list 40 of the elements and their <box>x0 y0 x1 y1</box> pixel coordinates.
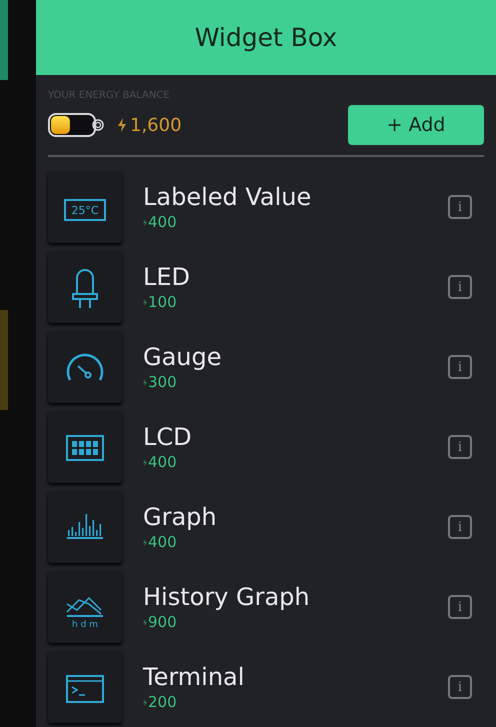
info-button[interactable]: i <box>448 275 472 299</box>
widget-tile[interactable] <box>48 411 122 483</box>
widget-name: History Graph <box>143 582 311 612</box>
widget-name: Labeled Value <box>143 182 312 212</box>
battery-icon <box>48 111 104 139</box>
energy-amount: 1,600 <box>130 114 182 138</box>
widget-tile[interactable] <box>48 251 122 323</box>
bolt-icon <box>143 538 147 546</box>
widget-price: 300 <box>148 372 177 392</box>
widget-name: Gauge <box>143 342 223 372</box>
widget-tile[interactable] <box>48 491 122 563</box>
bolt-icon <box>143 458 147 466</box>
widget-tile[interactable]: 25°C <box>48 171 122 243</box>
info-button[interactable]: i <box>448 355 472 379</box>
widget-name: Graph <box>143 502 218 532</box>
widget-price: 400 <box>148 212 177 232</box>
info-button[interactable]: i <box>448 675 472 699</box>
bolt-icon <box>118 118 126 132</box>
widget-price: 900 <box>148 612 177 632</box>
widget-tile[interactable]: h d m <box>48 571 122 643</box>
info-button[interactable]: i <box>448 515 472 539</box>
widget-price: 400 <box>148 532 177 552</box>
widget-tile[interactable] <box>48 651 122 723</box>
widget-name: Terminal <box>143 662 246 692</box>
bolt-icon <box>143 298 147 306</box>
info-button[interactable]: i <box>448 595 472 619</box>
widget-price: 100 <box>148 292 177 312</box>
widget-name: LCD <box>143 422 193 452</box>
panel-title: Widget Box <box>194 22 338 54</box>
bolt-icon <box>143 218 147 226</box>
info-button[interactable]: i <box>448 195 472 219</box>
bolt-icon <box>143 618 147 626</box>
info-button[interactable]: i <box>448 435 472 459</box>
bolt-icon <box>143 698 147 706</box>
widget-name: LED <box>143 262 192 292</box>
widget-price: 400 <box>148 452 177 472</box>
widget-tile[interactable] <box>48 331 122 403</box>
bolt-icon <box>143 378 147 386</box>
add-button[interactable]: + Add <box>348 105 484 145</box>
widget-price: 200 <box>148 692 177 712</box>
